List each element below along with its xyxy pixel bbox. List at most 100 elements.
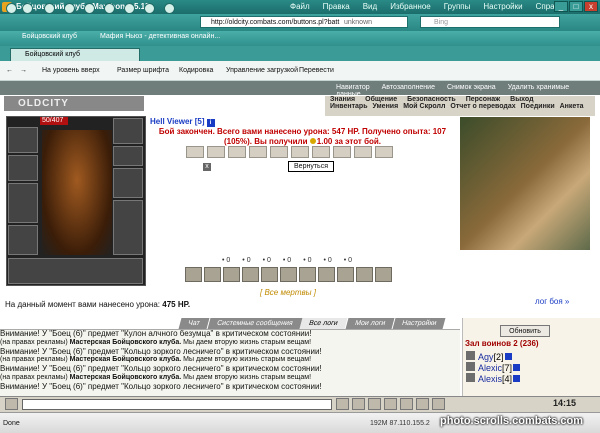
- filter-icon[interactable]: [416, 398, 429, 410]
- skill-icon[interactable]: [280, 267, 297, 282]
- game-submenu-item[interactable]: Отчет о переводах: [450, 103, 515, 110]
- game-menu-item[interactable]: Общение: [365, 96, 397, 103]
- close-button[interactable]: x: [584, 1, 598, 12]
- stop-icon[interactable]: [44, 3, 55, 14]
- toolbar-download[interactable]: Управление загрузкой: [226, 67, 298, 74]
- translit-icon[interactable]: [384, 398, 397, 410]
- slot-weapon[interactable]: [8, 183, 38, 223]
- skill-icon[interactable]: [261, 267, 278, 282]
- game-menu-item[interactable]: Безопасность: [407, 96, 456, 103]
- chat-tab[interactable]: Мои логи: [345, 318, 395, 329]
- slot-helmet[interactable]: [8, 127, 38, 153]
- chat-tab[interactable]: Настройки: [392, 318, 446, 329]
- action-slot[interactable]: [207, 146, 225, 158]
- info-icon[interactable]: [513, 375, 521, 382]
- forward-arrow-icon[interactable]: →: [20, 67, 27, 74]
- favorites-icon[interactable]: [104, 3, 115, 14]
- back-arrow-icon[interactable]: ←: [6, 67, 13, 74]
- skill-icon[interactable]: [337, 267, 354, 282]
- skill-icon[interactable]: [299, 267, 316, 282]
- menu-item[interactable]: Правка: [323, 2, 350, 11]
- refresh-button[interactable]: Обновить: [500, 325, 550, 337]
- skill-icon[interactable]: [375, 267, 392, 282]
- player-entry[interactable]: Agy[2]: [466, 351, 512, 362]
- info-icon[interactable]: [513, 364, 521, 371]
- back-button[interactable]: Вернуться: [288, 161, 334, 172]
- player-entry[interactable]: Alexic[7]: [466, 362, 521, 373]
- menu-item[interactable]: Файл: [290, 2, 310, 11]
- action-slot[interactable]: [249, 146, 267, 158]
- game-menu-item[interactable]: Знания: [330, 96, 355, 103]
- game-submenu-item[interactable]: Инвентарь: [330, 103, 368, 110]
- action-slot[interactable]: [375, 146, 393, 158]
- game-submenu-item[interactable]: Анкета: [560, 103, 584, 110]
- mail-icon[interactable]: [144, 3, 155, 14]
- menu-item[interactable]: Группы: [444, 2, 471, 11]
- slot-shield[interactable]: [113, 168, 143, 198]
- chat-tab[interactable]: Все логи: [299, 318, 348, 329]
- character-name[interactable]: Hell Viewer [5] i: [150, 117, 215, 127]
- clear-icon[interactable]: [352, 398, 365, 410]
- browser-tool[interactable]: Автозаполнение: [382, 84, 435, 91]
- toolbar-translate[interactable]: Перевести: [299, 67, 334, 74]
- favorite-link-2[interactable]: Мафия Ньюз - детективная онлайн...: [100, 33, 220, 40]
- menu-item[interactable]: Избранное: [390, 2, 431, 11]
- game-menu-item[interactable]: Выход: [510, 96, 533, 103]
- game-submenu-item[interactable]: Мой Скролл: [403, 103, 445, 110]
- slot-belt-items[interactable]: [8, 258, 143, 284]
- action-slot[interactable]: [270, 146, 288, 158]
- menu-item[interactable]: Настройки: [483, 2, 522, 11]
- history-icon[interactable]: [124, 3, 135, 14]
- info-icon[interactable]: i: [206, 119, 215, 127]
- skill-icon[interactable]: [223, 267, 240, 282]
- favorite-link-1[interactable]: Бойцовский клуб: [22, 33, 77, 40]
- slot-armor[interactable]: [8, 225, 38, 255]
- toolbar-fontsize[interactable]: Размер шрифта: [117, 67, 169, 74]
- chat-input[interactable]: [22, 399, 332, 410]
- slot-legs[interactable]: [113, 200, 143, 255]
- back-icon[interactable]: [6, 3, 17, 14]
- tab-fightclub[interactable]: Бойцовский клуб: [10, 48, 140, 61]
- address-bar[interactable]: http://oldcity.combats.com/buttons.pl?ba…: [200, 16, 408, 28]
- close-icon[interactable]: x: [203, 163, 211, 171]
- action-slot[interactable]: [354, 146, 372, 158]
- toolbar-up[interactable]: На уровень вверх: [42, 67, 100, 74]
- action-slot[interactable]: [291, 146, 309, 158]
- slot-gloves[interactable]: [113, 146, 143, 166]
- action-slot[interactable]: [186, 146, 204, 158]
- game-menu-item[interactable]: Персонаж: [466, 96, 500, 103]
- sound-icon[interactable]: [400, 398, 413, 410]
- maximize-button[interactable]: □: [569, 1, 583, 12]
- skill-icon[interactable]: [242, 267, 259, 282]
- toolbar-encoding[interactable]: Кодировка: [179, 67, 213, 74]
- skill-icon[interactable]: [318, 267, 335, 282]
- exit-icon[interactable]: [432, 398, 445, 410]
- action-slot[interactable]: [312, 146, 330, 158]
- search-input[interactable]: Bing: [420, 16, 560, 28]
- skill-icon[interactable]: [356, 267, 373, 282]
- chat-tab[interactable]: Чат: [178, 318, 210, 329]
- action-slot[interactable]: [228, 146, 246, 158]
- chat-tab[interactable]: Системные сообщения: [207, 318, 302, 329]
- game-submenu-item[interactable]: Умения: [373, 103, 399, 110]
- forward-icon[interactable]: [22, 3, 33, 14]
- chat-menu-icon[interactable]: [5, 398, 18, 410]
- smiles-icon[interactable]: [368, 398, 381, 410]
- game-submenu-item[interactable]: Поединки: [521, 103, 555, 110]
- info-icon[interactable]: [504, 353, 512, 360]
- all-dead-link[interactable]: [ Все мертвы ]: [260, 288, 316, 297]
- menu-item[interactable]: Вид: [363, 2, 377, 11]
- action-slot[interactable]: [333, 146, 351, 158]
- minimize-button[interactable]: _: [554, 1, 568, 12]
- browser-tool[interactable]: Снимок экрана: [447, 84, 496, 91]
- print-icon[interactable]: [164, 3, 175, 14]
- slot-earrings[interactable]: [113, 118, 143, 144]
- skill-icon[interactable]: [204, 267, 221, 282]
- browser-tool[interactable]: Навигатор: [336, 84, 370, 91]
- skill-icon[interactable]: [185, 267, 202, 282]
- send-icon[interactable]: [336, 398, 349, 410]
- battle-log-link[interactable]: лог боя »: [535, 297, 569, 306]
- slot-amulet[interactable]: [8, 155, 38, 181]
- refresh-icon[interactable]: [64, 3, 75, 14]
- player-entry[interactable]: Alexis[4]: [466, 373, 521, 384]
